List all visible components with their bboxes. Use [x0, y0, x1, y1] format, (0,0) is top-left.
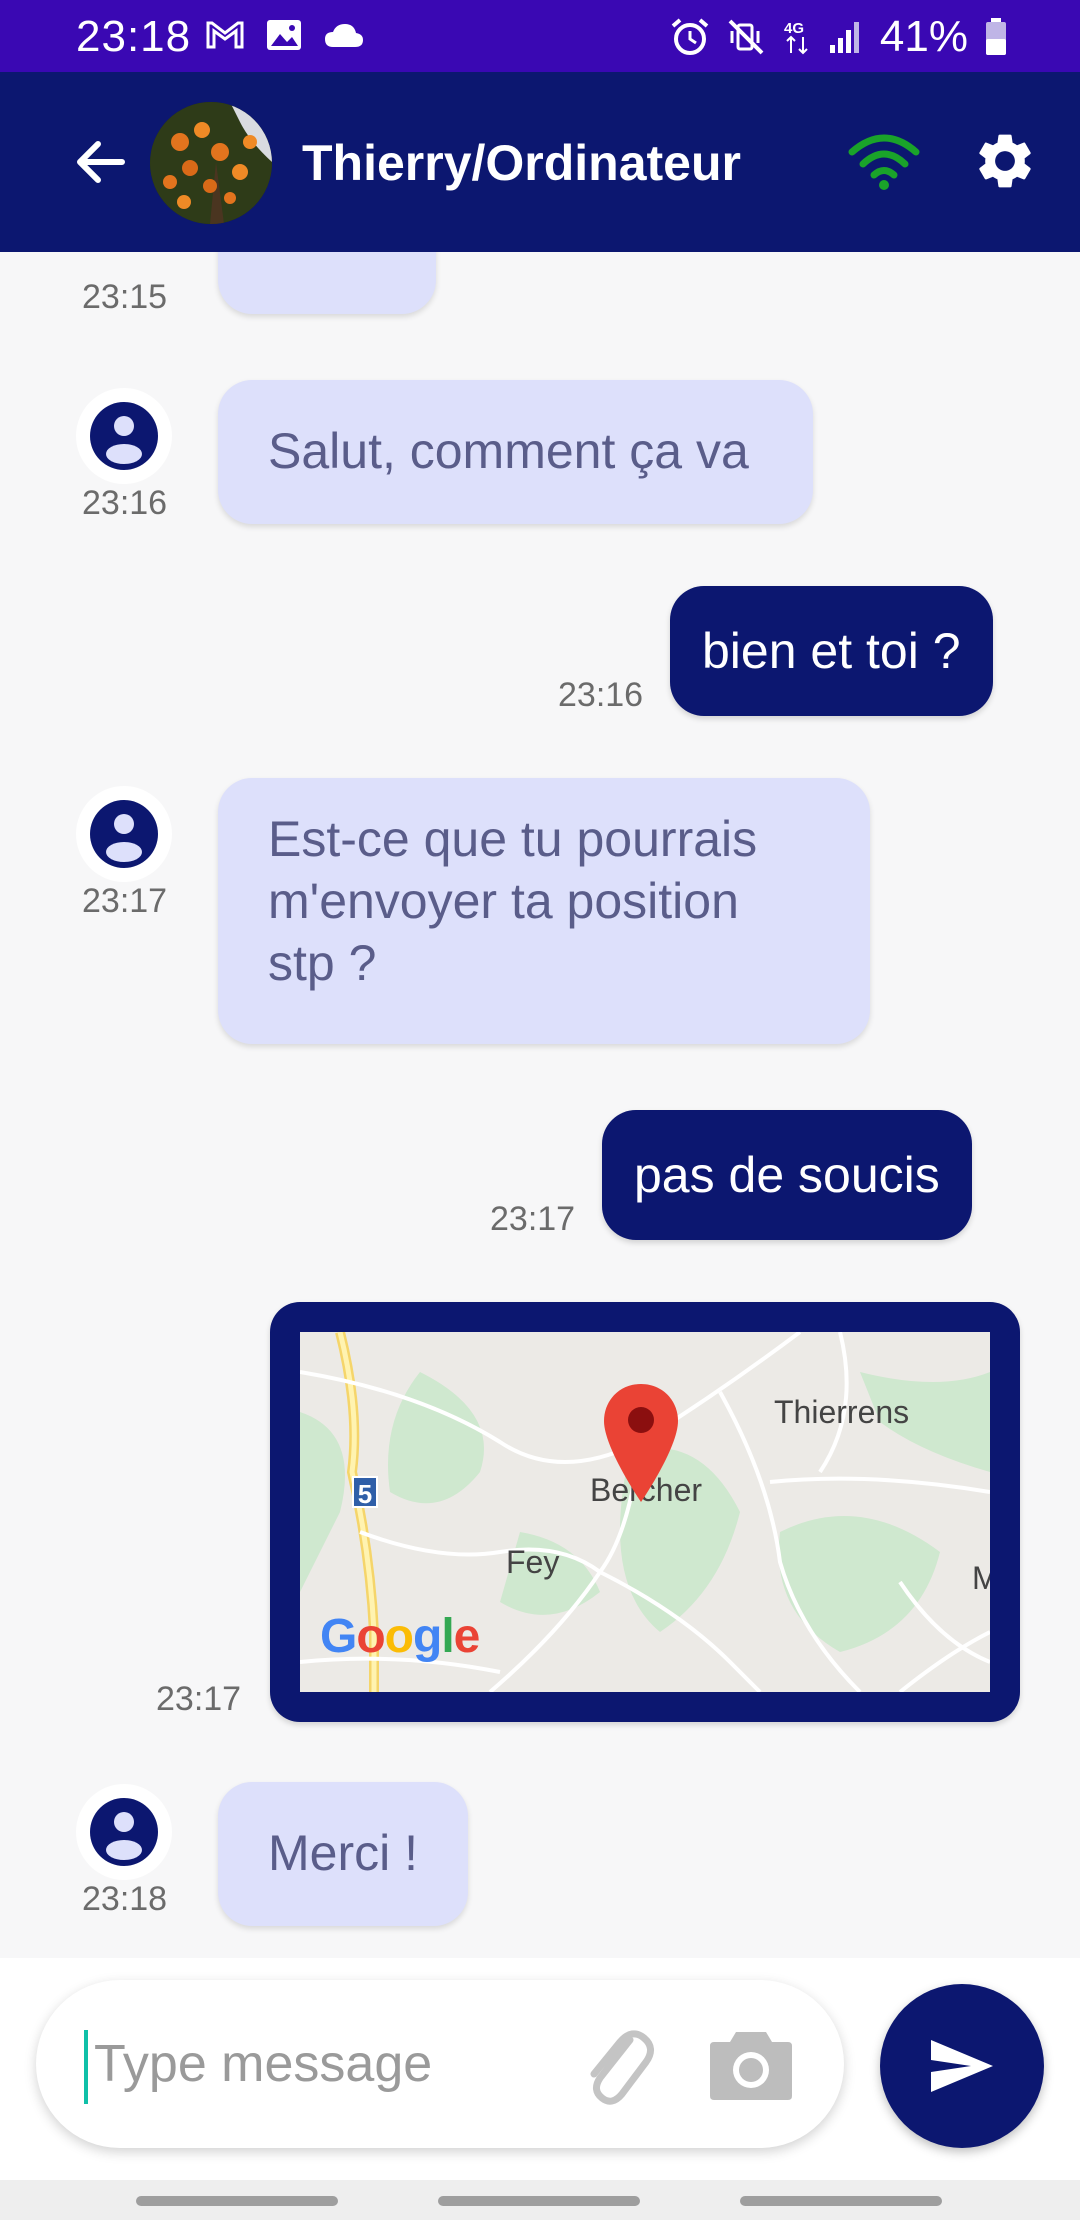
map-label-town: Thierrens: [774, 1394, 910, 1430]
person-icon: [106, 814, 142, 862]
location-map-message[interactable]: Thierrens Bercher Fey 5 M Google: [270, 1302, 1020, 1722]
message-bubble-outgoing: bien et toi ?: [670, 586, 993, 716]
message-time: 23:16: [82, 484, 168, 522]
sender-avatar: [76, 1784, 172, 1880]
chat-area[interactable]: 23:15 23:16 Salut, comment ça va 23:16 b…: [0, 252, 1080, 1958]
message-time: 23:17: [490, 1200, 576, 1238]
signal-icon: [829, 22, 859, 53]
attachment-paperclip-icon[interactable]: [576, 2020, 656, 2110]
message-time: 23:18: [82, 1880, 168, 1918]
message-bubble-incoming: Merci !: [218, 1782, 468, 1926]
status-time: 23:18: [76, 12, 192, 61]
map-label-town: Fey: [506, 1544, 560, 1580]
message-time: 23:17: [156, 1680, 242, 1718]
person-icon: [106, 416, 142, 464]
mute-icon: [728, 19, 764, 55]
message-line: m'envoyer ta position: [268, 873, 739, 929]
message-input-bar: [0, 1958, 1080, 2180]
nav-back-button[interactable]: [740, 2196, 942, 2206]
sender-avatar: [76, 388, 172, 484]
message-time: 23:17: [82, 882, 168, 920]
cloud-icon: [325, 24, 363, 47]
gallery-icon: [267, 20, 301, 50]
nav-recent-button[interactable]: [136, 2196, 338, 2206]
contact-name: Thierry/Ordinateur: [302, 135, 741, 191]
camera-icon[interactable]: [708, 2024, 794, 2104]
battery-percent: 41%: [879, 12, 968, 61]
message-bubble-incoming: [218, 252, 436, 314]
map-road-shield: 5: [352, 1476, 378, 1509]
battery-icon: [986, 18, 1006, 55]
message-time: 23:15: [82, 278, 168, 316]
send-icon: [931, 2040, 993, 2092]
contact-avatar[interactable]: [150, 102, 272, 224]
wifi-connected-icon: [848, 134, 920, 190]
svg-text:4G: 4G: [784, 20, 804, 37]
4g-icon: 4G: [784, 20, 808, 55]
message-bubble-incoming: Salut, comment ça va: [218, 380, 813, 524]
person-icon: [106, 1812, 142, 1860]
message-bubble-outgoing: pas de soucis: [602, 1110, 972, 1240]
text-cursor: [84, 2030, 88, 2104]
location-pin-icon: [604, 1384, 678, 1502]
message-input[interactable]: [94, 2024, 574, 2104]
message-input-container[interactable]: [36, 1980, 844, 2148]
nav-home-button[interactable]: [438, 2196, 640, 2206]
system-navigation-bar: [0, 2180, 1080, 2220]
message-time: 23:16: [558, 676, 644, 714]
settings-gear-icon[interactable]: [972, 128, 1038, 194]
gmail-icon: [206, 21, 244, 49]
send-button[interactable]: [880, 1984, 1044, 2148]
app-bar: Thierry/Ordinateur: [0, 72, 1080, 252]
back-arrow-icon[interactable]: [72, 134, 128, 190]
message-line: Est-ce que tu pourrais: [268, 811, 758, 867]
message-bubble-incoming: Est-ce que tu pourrais m'envoyer ta posi…: [218, 778, 870, 1044]
sender-avatar: [76, 786, 172, 882]
google-logo: Google: [320, 1610, 480, 1663]
map-preview[interactable]: Thierrens Bercher Fey 5 M Google: [300, 1332, 990, 1692]
status-bar: 23:18 4G 41%: [0, 0, 1080, 72]
orange-tree-photo: [150, 102, 272, 224]
alarm-icon: [671, 18, 709, 55]
message-line: stp ?: [268, 935, 377, 991]
map-label-town: M: [972, 1560, 990, 1596]
